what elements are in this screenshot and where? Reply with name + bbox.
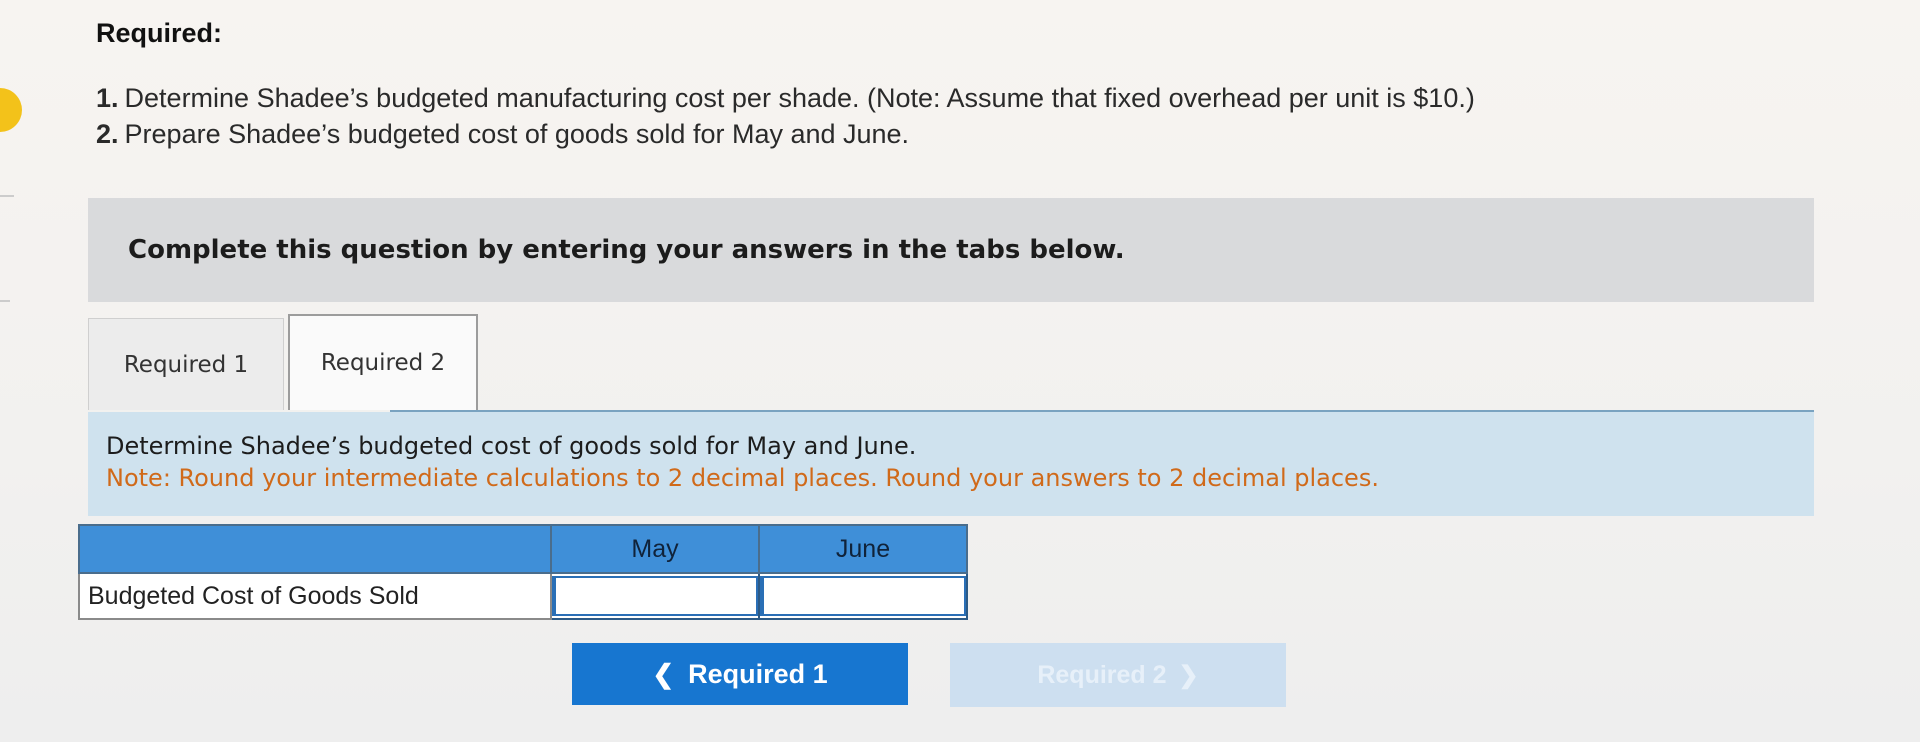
- column-header-may: May: [550, 524, 760, 574]
- next-button-label: Required 2: [1037, 660, 1167, 689]
- table-row: Budgeted Cost of Goods Sold: [78, 572, 968, 620]
- side-divider: [0, 195, 14, 197]
- requirement-number: 1.: [96, 83, 119, 113]
- chevron-right-icon: ❯: [1178, 661, 1199, 689]
- instruction-text: Complete this question by entering your …: [128, 235, 1125, 265]
- required-heading: Required:: [96, 18, 223, 48]
- table-corner-cell: [78, 524, 552, 574]
- requirements-list: 1. Determine Shadee’s budgeted manufactur…: [96, 80, 1475, 152]
- answer-table: May June Budgeted Cost of Goods Sold: [78, 524, 968, 620]
- next-required-button[interactable]: Required 2 ❯: [950, 643, 1286, 707]
- question-text: Determine Shadee’s budgeted cost of good…: [106, 432, 917, 460]
- question-note: Note: Round your intermediate calculatio…: [106, 464, 1379, 492]
- instruction-banner: Complete this question by entering your …: [88, 198, 1814, 302]
- prev-required-button[interactable]: ❮ Required 1: [572, 643, 908, 705]
- prev-button-label: Required 1: [688, 658, 828, 689]
- question-panel: Determine Shadee’s budgeted cost of good…: [88, 412, 1814, 516]
- tab-required-1[interactable]: Required 1: [88, 318, 284, 410]
- tab-bar: Required 1 Required 2: [88, 314, 1814, 410]
- may-cell: [550, 572, 760, 620]
- side-divider: [0, 300, 10, 302]
- requirement-text: Determine Shadee’s budgeted manufacturin…: [124, 83, 1475, 113]
- side-indicator-dot: [0, 88, 22, 132]
- column-header-june: June: [758, 524, 968, 574]
- june-cell: [758, 572, 968, 620]
- chevron-left-icon: ❮: [652, 658, 675, 689]
- requirement-number: 2.: [96, 119, 119, 149]
- table-header-row: May June: [78, 524, 968, 574]
- tab-required-2[interactable]: Required 2: [288, 314, 478, 410]
- june-cogs-input[interactable]: [760, 576, 966, 616]
- requirement-item: 2. Prepare Shadee’s budgeted cost of good…: [96, 116, 1475, 152]
- requirement-item: 1. Determine Shadee’s budgeted manufactur…: [96, 80, 1475, 116]
- row-label: Budgeted Cost of Goods Sold: [78, 572, 552, 620]
- may-cogs-input[interactable]: [552, 576, 758, 616]
- requirement-text: Prepare Shadee’s budgeted cost of goods …: [124, 119, 910, 149]
